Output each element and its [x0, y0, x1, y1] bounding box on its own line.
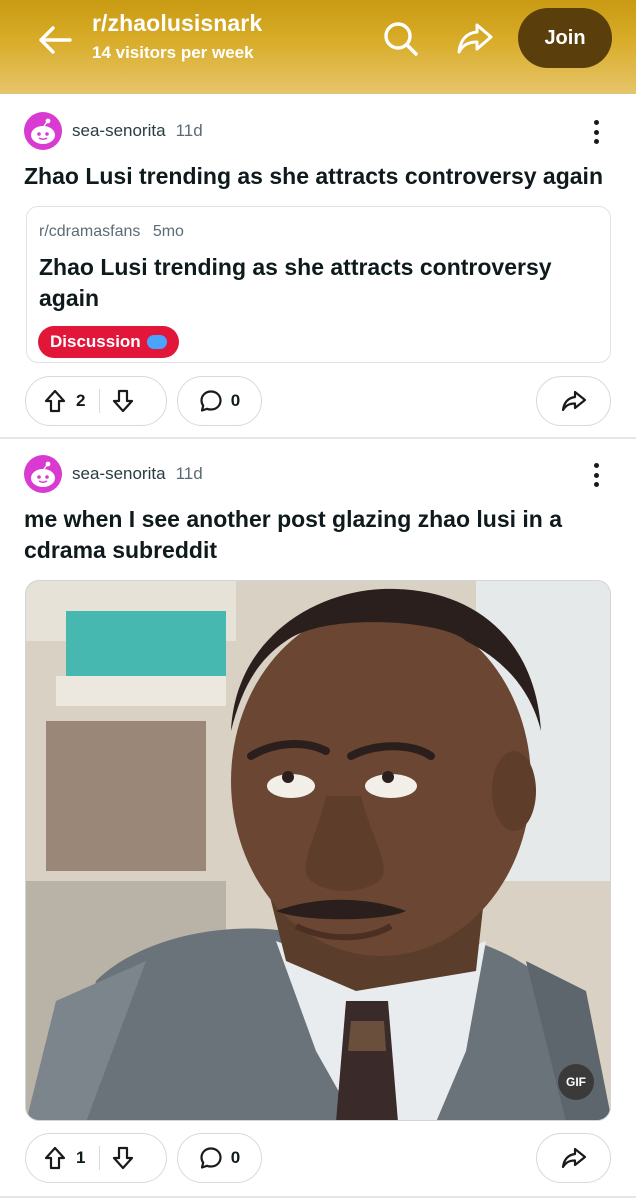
vote-separator [99, 389, 101, 413]
comments-button[interactable]: 0 [177, 376, 262, 426]
share-icon [457, 23, 493, 54]
more-options-icon[interactable] [584, 114, 608, 150]
speech-bubble-icon [146, 335, 167, 349]
back-button[interactable] [34, 20, 76, 60]
join-button[interactable]: Join [518, 8, 612, 68]
visitor-count: 14 visitors per week [92, 43, 254, 62]
share-icon [561, 390, 586, 412]
crosspost-card[interactable]: r/cdramasfans 5mo Zhao Lusi trending as … [26, 206, 611, 363]
crosspost-subreddit[interactable]: r/cdramasfans [39, 223, 140, 240]
share-button[interactable] [536, 1133, 611, 1183]
vote-separator [99, 1146, 101, 1170]
share-icon [561, 1147, 586, 1169]
avatar[interactable] [24, 112, 62, 150]
share-button[interactable] [536, 376, 611, 426]
comment-count: 0 [230, 1148, 241, 1167]
post-age: 11d [175, 121, 203, 140]
post-title[interactable]: me when I see another post glazing zhao … [24, 504, 584, 566]
post-author[interactable]: sea-senorita [72, 464, 166, 484]
subreddit-name[interactable]: r/zhaolusisnark [92, 10, 262, 37]
search-icon [384, 22, 418, 56]
post-author[interactable]: sea-senorita [72, 121, 166, 141]
vote-count: 2 [76, 391, 86, 410]
downvote-button[interactable] [112, 1146, 134, 1170]
upvote-button[interactable] [44, 389, 66, 413]
comment-bubble-icon [200, 1147, 222, 1169]
flair-label: Discussion [50, 332, 141, 351]
flair-badge: Discussion [38, 326, 179, 358]
back-arrow-icon [39, 26, 72, 54]
upvote-button[interactable] [44, 1146, 66, 1170]
crosspost-age: 5mo [152, 223, 184, 240]
subreddit-header: r/zhaolusisnark 14 visitors per week Joi… [0, 0, 636, 94]
post-age: 11d [175, 464, 203, 483]
upvote-arrow-icon [44, 389, 66, 413]
crosspost-meta: r/cdramasfans 5mo [39, 223, 184, 241]
subreddit-titles: r/zhaolusisnark 14 visitors per week [92, 10, 262, 63]
post-title[interactable]: Zhao Lusi trending as she attracts contr… [24, 161, 620, 192]
downvote-button[interactable] [112, 389, 134, 413]
post-divider [0, 437, 636, 439]
search-button[interactable] [380, 18, 422, 60]
snoo-avatar-icon [31, 118, 55, 144]
gif-image [26, 581, 610, 1120]
upvote-arrow-icon [44, 1146, 66, 1170]
post-meta: sea-senorita 11d [24, 112, 203, 150]
avatar[interactable] [24, 455, 62, 493]
comments-button[interactable]: 0 [177, 1133, 262, 1183]
snoo-avatar-icon [31, 461, 55, 487]
downvote-arrow-icon [113, 389, 134, 413]
post-divider [0, 1196, 636, 1198]
vote-control: 1 [25, 1133, 167, 1183]
post-meta: sea-senorita 11d [24, 455, 203, 493]
downvote-arrow-icon [113, 1146, 134, 1170]
vote-control: 2 [25, 376, 167, 426]
vote-count: 1 [76, 1148, 86, 1167]
gif-badge: GIF [558, 1064, 594, 1100]
crosspost-title[interactable]: Zhao Lusi trending as she attracts contr… [39, 252, 599, 314]
share-subreddit-button[interactable] [454, 18, 496, 60]
post-gif[interactable]: GIF [25, 580, 611, 1121]
comment-count: 0 [230, 391, 241, 410]
more-options-icon[interactable] [584, 457, 608, 493]
comment-bubble-icon [200, 390, 222, 412]
